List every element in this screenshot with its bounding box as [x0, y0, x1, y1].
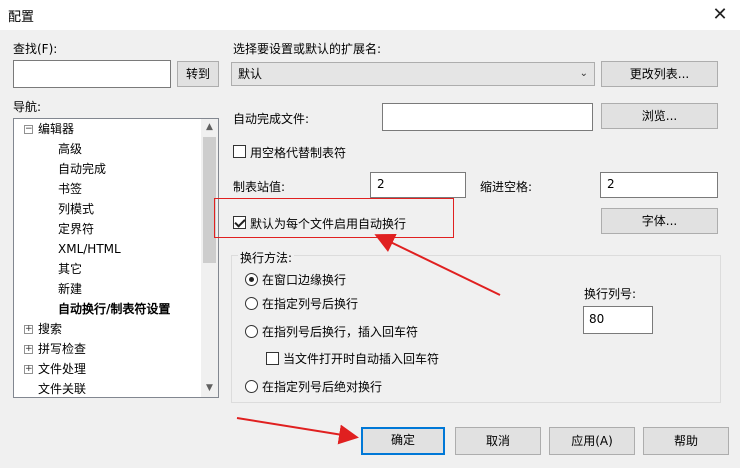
annotation-arrows: [236, 233, 501, 445]
annotation-arrow-ok: [236, 417, 359, 445]
annotation-arrow-checkbox: [374, 233, 501, 296]
